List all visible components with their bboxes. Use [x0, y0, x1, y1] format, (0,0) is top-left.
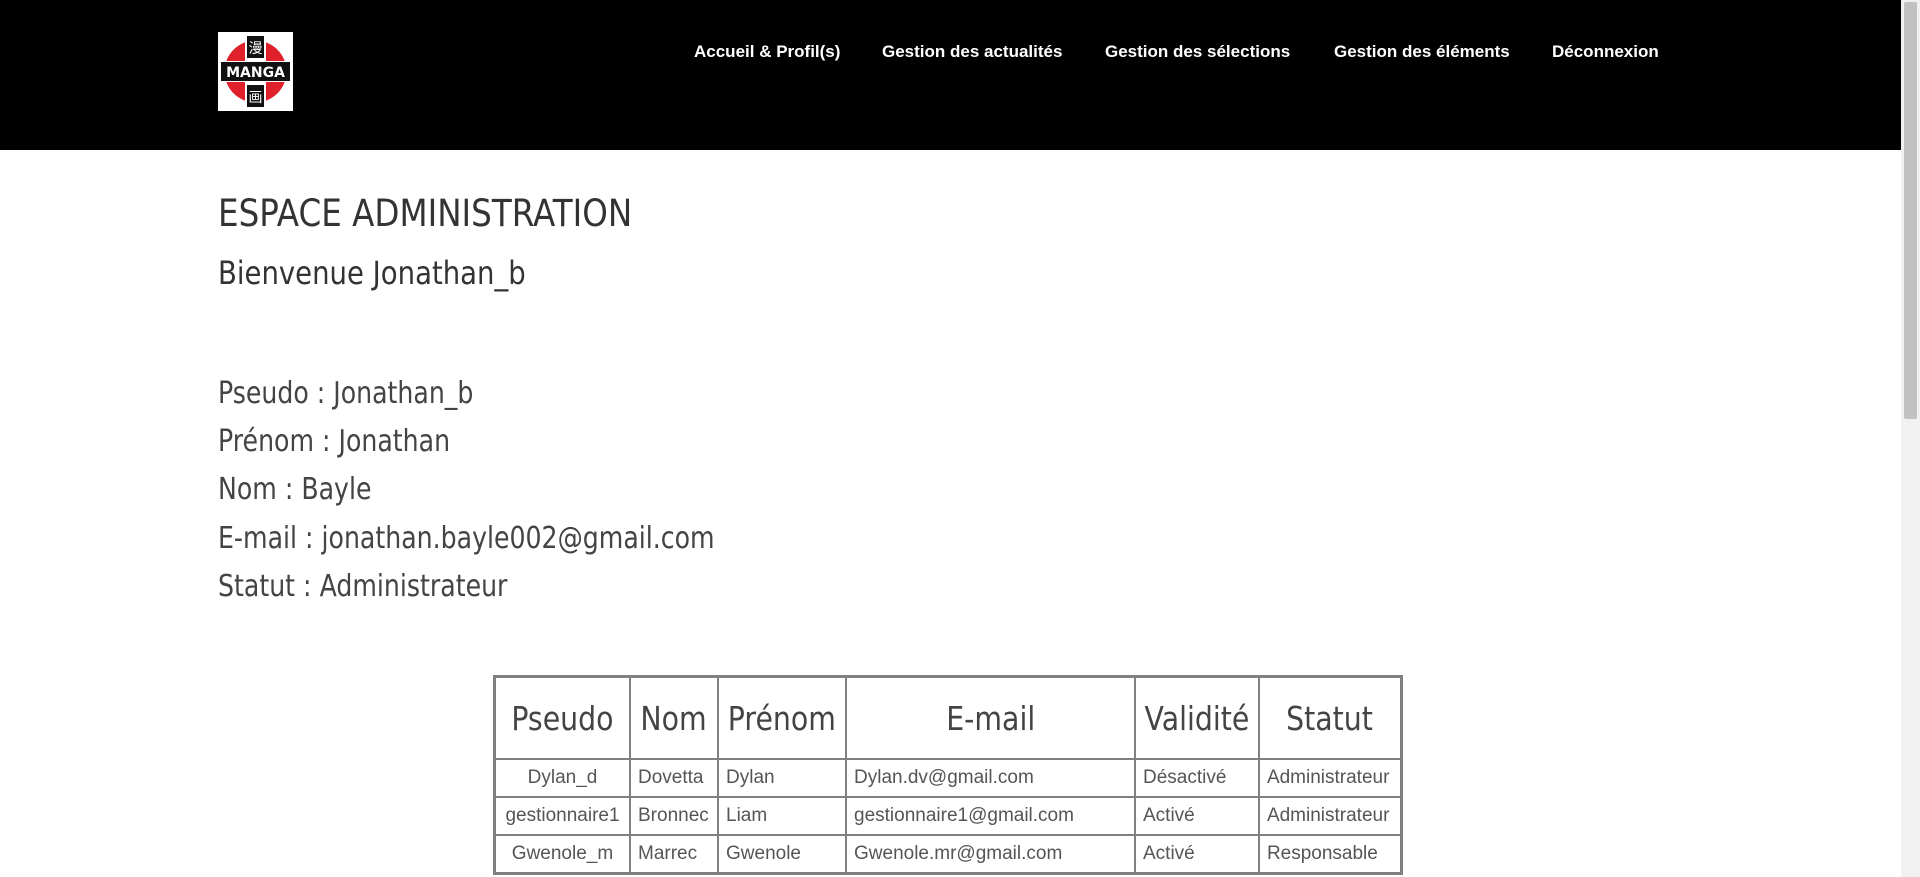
profile-statut: Statut : Administrateur — [218, 569, 508, 604]
column-header-prenom: Prénom — [717, 675, 847, 760]
nav-accueil-profils[interactable]: Accueil & Profil(s) — [694, 42, 840, 62]
cell-validite: Activé — [1134, 834, 1260, 875]
table-row: Gwenole_m Marrec Gwenole Gwenole.mr@gmai… — [493, 834, 1403, 875]
column-header-nom: Nom — [629, 675, 719, 760]
table-row: gestionnaire1 Bronnec Liam gestionnaire1… — [493, 796, 1403, 836]
cell-nom: Bronnec — [629, 796, 719, 836]
column-header-validite: Validité — [1134, 675, 1260, 760]
cell-email: Gwenole.mr@gmail.com — [845, 834, 1136, 875]
profile-email: E-mail : jonathan.bayle002@gmail.com — [218, 521, 715, 556]
cell-nom: Dovetta — [629, 758, 719, 798]
table-header-row: Pseudo Nom Prénom E-mail Validité Statut — [493, 675, 1403, 760]
nav-gestion-actualites[interactable]: Gestion des actualités — [882, 42, 1062, 62]
cell-email: gestionnaire1@gmail.com — [845, 796, 1136, 836]
top-header: 漫 MANGA 画 Accueil & Profil(s) Gestion de… — [0, 0, 1901, 150]
welcome-message: Bienvenue Jonathan_b — [218, 254, 526, 292]
cell-pseudo: gestionnaire1 — [493, 796, 631, 836]
vertical-scrollbar[interactable] — [1901, 0, 1920, 877]
profile-nom: Nom : Bayle — [218, 472, 372, 507]
main-nav: Accueil & Profil(s) Gestion des actualit… — [0, 42, 1901, 62]
cell-statut: Responsable — [1257, 834, 1403, 875]
column-header-statut: Statut — [1257, 675, 1403, 760]
cell-pseudo: Gwenole_m — [493, 834, 631, 875]
column-header-email: E-mail — [845, 675, 1136, 760]
logo-text: MANGA — [226, 65, 285, 81]
page: 漫 MANGA 画 Accueil & Profil(s) Gestion de… — [0, 0, 1901, 877]
column-header-pseudo: Pseudo — [493, 675, 631, 760]
cell-nom: Marrec — [629, 834, 719, 875]
logo-kanji-bottom: 画 — [249, 90, 263, 106]
cell-validite: Activé — [1134, 796, 1260, 836]
cell-statut: Administrateur — [1257, 796, 1403, 836]
cell-email: Dylan.dv@gmail.com — [845, 758, 1136, 798]
nav-gestion-selections[interactable]: Gestion des sélections — [1105, 42, 1290, 62]
scrollbar-thumb[interactable] — [1904, 2, 1917, 419]
table-row: Dylan_d Dovetta Dylan Dylan.dv@gmail.com… — [493, 758, 1403, 798]
nav-gestion-elements[interactable]: Gestion des éléments — [1334, 42, 1510, 62]
page-title: ESPACE ADMINISTRATION — [218, 192, 633, 235]
users-table: Pseudo Nom Prénom E-mail Validité Statut… — [493, 675, 1403, 875]
profile-pseudo: Pseudo : Jonathan_b — [218, 376, 474, 411]
cell-prenom: Gwenole — [717, 834, 847, 875]
cell-validite: Désactivé — [1134, 758, 1260, 798]
profile-prenom: Prénom : Jonathan — [218, 424, 451, 459]
cell-pseudo: Dylan_d — [493, 758, 631, 798]
cell-statut: Administrateur — [1257, 758, 1403, 798]
nav-deconnexion[interactable]: Déconnexion — [1552, 42, 1659, 62]
cell-prenom: Liam — [717, 796, 847, 836]
cell-prenom: Dylan — [717, 758, 847, 798]
